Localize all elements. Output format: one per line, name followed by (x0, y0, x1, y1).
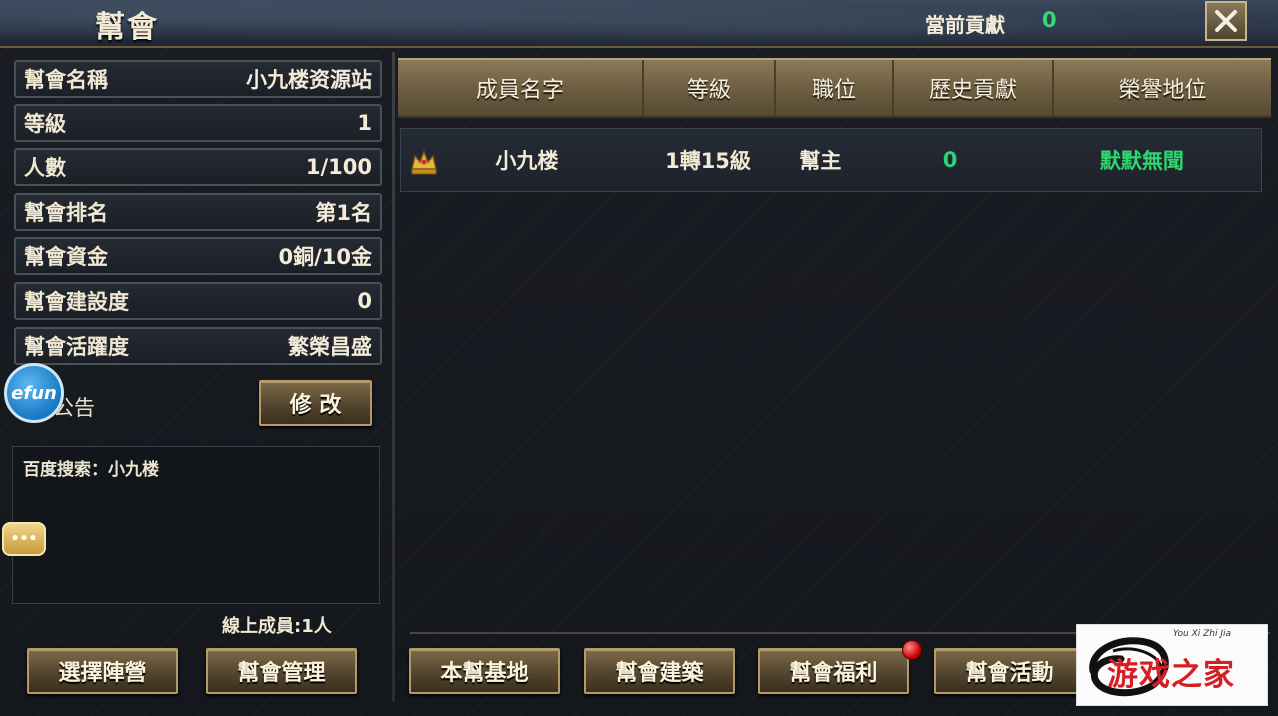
table-row[interactable]: 小九楼 1轉15級 幫主 0 默默無聞 (400, 128, 1262, 192)
edit-notice-button[interactable]: 修 改 (259, 380, 372, 426)
guild-level-label: 等級 (24, 112, 66, 136)
close-icon (1215, 10, 1237, 32)
guild-buildings-button[interactable]: 幫會建築 (584, 648, 735, 694)
efun-floating-icon[interactable]: efun (4, 363, 64, 423)
current-contribution-value: 0 (1042, 8, 1057, 32)
guild-members-count-label: 人數 (24, 156, 66, 180)
guild-rank-value: 第1名 (315, 201, 372, 225)
guild-notice-box: 百度搜索：小九楼 (12, 446, 380, 604)
online-members-count: 線上成員:1人 (222, 616, 332, 637)
guild-welfare-button[interactable]: 幫會福利 (758, 648, 909, 694)
game-screen: 幫會 當前貢獻 0 幫會名稱 小九楼资源站 等級 1 人數 1/100 幫會排名… (0, 0, 1278, 716)
column-header-history-contribution[interactable]: 歷史貢獻 (894, 60, 1054, 116)
guild-construction-label: 幫會建設度 (24, 290, 129, 314)
member-level: 1轉15級 (665, 149, 751, 173)
title-bar-decoration (0, 0, 1278, 46)
panel-divider (392, 52, 395, 702)
guild-name-label: 幫會名稱 (24, 68, 108, 92)
guild-funds-label: 幫會資金 (24, 245, 108, 269)
page-title: 幫會 (95, 10, 159, 45)
guild-level-value: 1 (357, 111, 372, 135)
guild-manage-button[interactable]: 幫會管理 (206, 648, 357, 694)
guild-activity-label: 幫會活躍度 (24, 335, 129, 359)
guild-name-value: 小九楼资源站 (246, 68, 372, 92)
column-header-honor[interactable]: 榮譽地位 (1054, 60, 1271, 116)
close-button[interactable] (1205, 1, 1247, 41)
guild-construction-value: 0 (357, 289, 372, 313)
column-header-level[interactable]: 等級 (644, 60, 776, 116)
guild-activity-row: 幫會活躍度 繁榮昌盛 (14, 327, 382, 365)
guild-funds-value: 0銅/10金 (278, 245, 372, 269)
title-bar: 幫會 當前貢獻 0 (0, 0, 1278, 48)
guild-activity-value: 繁榮昌盛 (288, 335, 372, 359)
column-header-member-name[interactable]: 成員名字 (398, 60, 644, 116)
guild-rank-row: 幫會排名 第1名 (14, 193, 382, 231)
member-honor: 默默無聞 (1099, 149, 1184, 173)
guild-base-button[interactable]: 本幫基地 (409, 648, 560, 694)
logo-big-text: 游戏之家 (1107, 657, 1235, 693)
member-history-contribution: 0 (942, 148, 958, 172)
choose-camp-button[interactable]: 選擇陣營 (27, 648, 178, 694)
guild-notice-text: 百度搜索：小九楼 (23, 460, 159, 480)
chat-bubble-icon[interactable]: ••• (2, 522, 46, 556)
guild-level-row: 等級 1 (14, 104, 382, 142)
guild-name-row: 幫會名稱 小九楼资源站 (14, 60, 382, 98)
guild-rank-label: 幫會排名 (24, 201, 108, 225)
guild-construction-row: 幫會建設度 0 (14, 282, 382, 320)
current-contribution-label: 當前貢獻 (925, 13, 1005, 37)
notification-dot-icon (902, 640, 922, 660)
guild-funds-row: 幫會資金 0銅/10金 (14, 237, 382, 275)
site-watermark-logo: You Xi Zhi Jia 游戏之家 (1076, 624, 1268, 706)
column-header-position[interactable]: 職位 (776, 60, 894, 116)
logo-small-text: You Xi Zhi Jia (1173, 629, 1232, 639)
guild-members-count-row: 人數 1/100 (14, 148, 382, 186)
guild-activities-button[interactable]: 幫會活動 (934, 648, 1085, 694)
guild-members-count-value: 1/100 (305, 155, 372, 179)
guild-leader-crown-icon (411, 149, 437, 175)
members-table-header: 成員名字 等級 職位 歷史貢獻 榮譽地位 (398, 58, 1271, 118)
member-position: 幫主 (799, 149, 842, 173)
